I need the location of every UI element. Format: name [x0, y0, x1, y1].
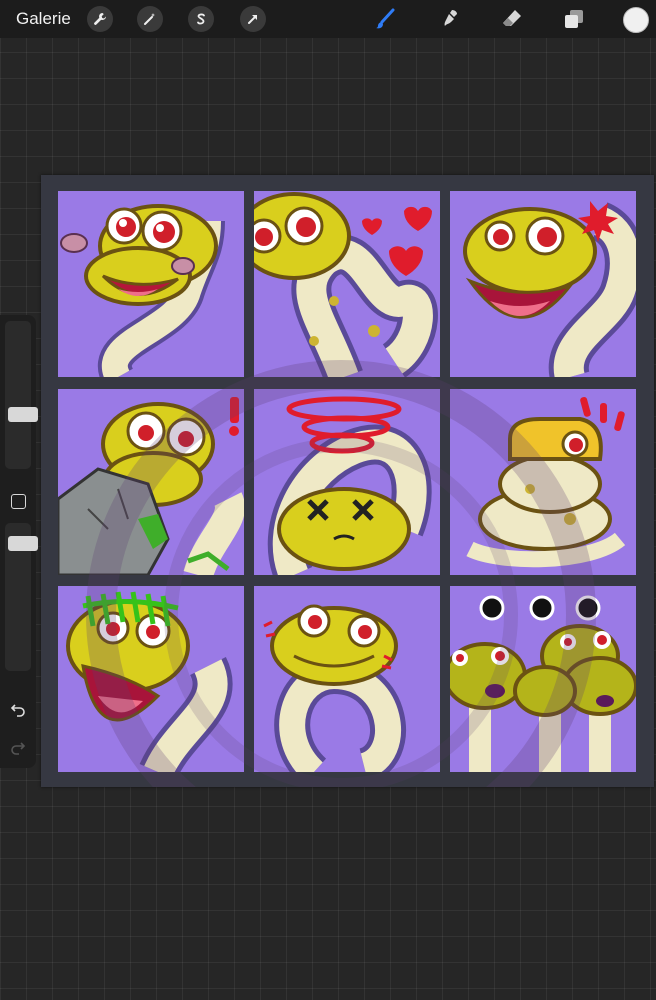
wrench-icon[interactable]	[87, 6, 113, 32]
opacity-handle[interactable]	[8, 536, 38, 551]
smudge-icon[interactable]	[436, 5, 464, 33]
eraser-icon[interactable]	[498, 5, 526, 33]
modify-button[interactable]	[11, 494, 26, 509]
emote-shy	[254, 586, 440, 772]
emote-shocked	[58, 586, 244, 772]
emote-hearts	[254, 191, 440, 377]
magic-wand-icon[interactable]	[137, 6, 163, 32]
brush-size-handle[interactable]	[8, 407, 38, 422]
emote-dizzy	[254, 389, 440, 575]
drawing-canvas[interactable]	[41, 175, 654, 787]
arrow-cursor-icon[interactable]	[240, 6, 266, 32]
gallery-button[interactable]: Galerie	[16, 9, 71, 29]
emote-angry	[450, 191, 636, 377]
redo-icon[interactable]	[8, 737, 28, 757]
top-toolbar: Galerie	[0, 0, 656, 38]
opacity-slider[interactable]	[5, 523, 38, 671]
emote-surprised	[58, 389, 244, 575]
color-picker-swatch[interactable]	[623, 7, 649, 33]
emote-alert	[450, 389, 636, 575]
left-sidebar	[0, 315, 38, 768]
brush-size-slider[interactable]	[5, 321, 38, 469]
emote-blush	[58, 191, 244, 377]
undo-icon[interactable]	[8, 699, 28, 719]
emote-ellipsis	[450, 586, 636, 772]
brush-icon[interactable]	[371, 5, 399, 33]
selection-s-icon[interactable]	[188, 6, 214, 32]
layers-icon[interactable]	[560, 5, 588, 33]
